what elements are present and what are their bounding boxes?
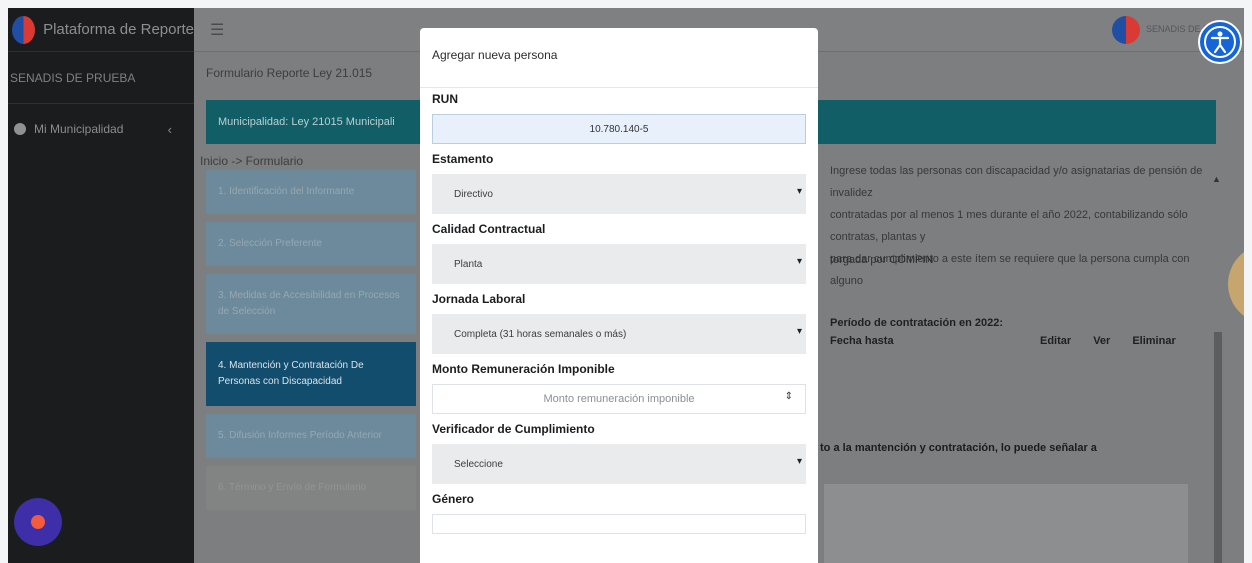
- verificador-select[interactable]: Seleccione ▾: [432, 444, 806, 484]
- jornada-value: Completa (31 horas semanales o más): [454, 328, 627, 340]
- monto-label: Monto Remuneración Imponible: [432, 362, 615, 376]
- estamento-value: Directivo: [454, 188, 493, 200]
- eliminar-header: Eliminar: [1132, 335, 1176, 347]
- modal-body: RUN 10.780.140-5 Estamento Directivo ▾ C…: [420, 92, 818, 534]
- period-heading: Período de contratación en 2022:: [830, 317, 1003, 329]
- compin-text: torgada por COMPIN: [830, 254, 934, 266]
- instructions-text: Ingrese todas las personas con discapaci…: [830, 160, 1210, 292]
- circle-icon: [14, 123, 26, 135]
- calidad-value: Planta: [454, 258, 483, 270]
- step-2[interactable]: 2. Selección Preferente: [206, 222, 416, 266]
- jornada-label: Jornada Laboral: [432, 292, 526, 306]
- table-header: Período de contratación en 2022: Fecha h…: [830, 314, 1200, 350]
- run-input[interactable]: 10.780.140-5: [432, 114, 806, 144]
- brand-logo: [12, 15, 36, 44]
- step-3[interactable]: 3. Medidas de Accesibilidad en Procesos …: [206, 274, 416, 334]
- genero-label: Género: [432, 492, 475, 506]
- sidebar-item-label: Mi Municipalidad: [34, 122, 124, 136]
- spinner-icon[interactable]: ⇕: [785, 391, 793, 402]
- chevron-down-icon: ▾: [796, 256, 802, 267]
- genero-select[interactable]: [432, 514, 806, 534]
- hamburger-icon[interactable]: ☰: [210, 20, 224, 40]
- chat-bubble-button[interactable]: [14, 498, 62, 546]
- verificador-value: Seleccione: [454, 458, 503, 470]
- brand[interactable]: Plataforma de Reporte: [8, 8, 194, 52]
- comments-textarea[interactable]: [824, 484, 1188, 563]
- floating-widget[interactable]: [1228, 244, 1244, 324]
- scroll-up-icon[interactable]: ▲: [1212, 174, 1221, 184]
- editar-header: Editar: [1040, 335, 1072, 347]
- verificador-label: Verificador de Cumplimiento: [432, 422, 595, 436]
- estamento-label: Estamento: [432, 152, 494, 166]
- chevron-left-icon: ‹: [167, 121, 172, 137]
- sidebar-user: SENADIS DE PRUEBA: [8, 52, 194, 104]
- comments-label: to a la mantención y contratación, lo pu…: [820, 442, 1097, 454]
- sidebar: Plataforma de Reporte SENADIS DE PRUEBA …: [8, 8, 194, 563]
- sidebar-item-mi-municipalidad[interactable]: Mi Municipalidad ‹: [8, 116, 194, 142]
- step-5[interactable]: 5. Difusión Informes Período Anterior: [206, 414, 416, 458]
- jornada-select[interactable]: Completa (31 horas semanales o más) ▾: [432, 314, 806, 354]
- accessibility-icon: [1204, 26, 1236, 58]
- chevron-down-icon: ▾: [796, 326, 802, 337]
- brand-name: Plataforma de Reporte: [43, 21, 194, 38]
- chevron-down-icon: ▾: [796, 456, 802, 467]
- add-person-modal: Agregar nueva persona RUN 10.780.140-5 E…: [420, 28, 818, 563]
- page-title: Formulario Reporte Ley 21.015: [206, 66, 373, 80]
- ver-header: Ver: [1093, 335, 1111, 347]
- step-4[interactable]: 4. Mantención y Contratación De Personas…: [206, 342, 416, 406]
- breadcrumb: Inicio -> Formulario: [200, 154, 304, 168]
- instructions-line: contratadas por al menos 1 mes durante e…: [830, 209, 1188, 243]
- form-steps: 1. Identificación del Informante 2. Sele…: [206, 170, 416, 518]
- accessibility-button[interactable]: [1198, 20, 1242, 64]
- scrollbar[interactable]: [1214, 332, 1222, 563]
- monto-input[interactable]: Monto remuneración imponible ⇕: [432, 384, 806, 414]
- calidad-label: Calidad Contractual: [432, 222, 546, 236]
- chevron-down-icon: ▾: [796, 186, 802, 197]
- instructions-line: Ingrese todas las personas con discapaci…: [830, 165, 1203, 199]
- step-1[interactable]: 1. Identificación del Informante: [206, 170, 416, 214]
- chat-bubble-icon: [31, 515, 45, 529]
- calidad-select[interactable]: Planta ▾: [432, 244, 806, 284]
- monto-placeholder: Monto remuneración imponible: [543, 393, 695, 405]
- avatar[interactable]: [1112, 16, 1140, 44]
- step-6[interactable]: 6. Término y Envío de Formulario: [206, 466, 416, 510]
- modal-title: Agregar nueva persona: [420, 28, 818, 88]
- estamento-select[interactable]: Directivo ▾: [432, 174, 806, 214]
- run-label: RUN: [432, 92, 458, 106]
